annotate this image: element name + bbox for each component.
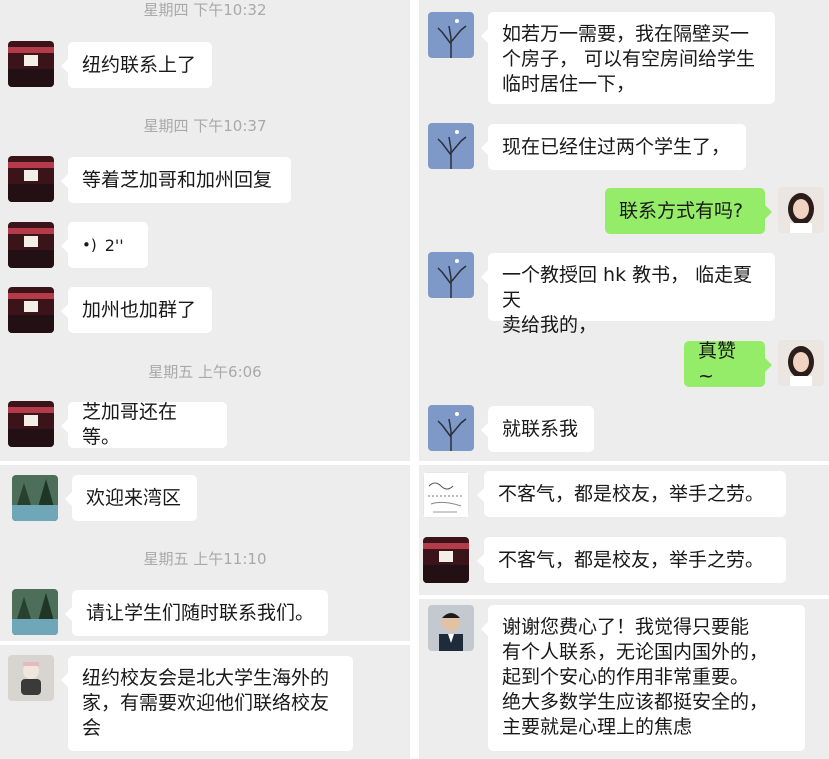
timestamp: 星期四 下午10:37 [143,117,267,135]
avatar[interactable] [428,605,474,651]
message-bubble[interactable]: 纽约校友会是北大学生海外的 家，有需要欢迎他们联络校友 会 [61,656,353,751]
timestamp: 星期五 上午6:06 [148,363,262,381]
message-bubble[interactable]: 一个教授回 hk 教书， 临走夏天 卖给我的， [481,253,775,336]
message-bubble[interactable]: 不客气，都是校友，举手之劳。 [477,537,786,583]
avatar[interactable] [428,405,474,451]
chat-panel-housing: 如若万一需要，我在隔壁买一 个房子， 可以有空房间给学生 临时居住一下， 现在已… [419,0,829,461]
message-bubble[interactable]: 等着芝加哥和加州回复 [61,157,291,203]
message-bubble[interactable]: 欢迎来湾区 [65,475,197,521]
avatar[interactable] [428,12,474,58]
avatar[interactable] [8,655,54,701]
avatar-self[interactable] [778,340,824,386]
avatar[interactable] [428,123,474,169]
message-bubble[interactable]: 谢谢您费心了！我觉得只要能 有个人联系，无论国内国外的， 起到个安心的作用非常重… [481,605,805,751]
timestamp: 星期五 上午11:10 [143,550,267,568]
avatar[interactable] [8,41,54,87]
avatar[interactable] [8,156,54,202]
message-bubble[interactable]: 如若万一需要，我在隔壁买一 个房子， 可以有空房间给学生 临时居住一下， [481,12,775,104]
avatar[interactable] [8,222,54,268]
chat-panel-bay-area: 欢迎来湾区 星期五 上午11:10 请让学生们随时联系我们。 [0,465,410,641]
message-bubble[interactable]: 芝加哥还在等。 [61,401,227,448]
avatar[interactable] [12,589,58,635]
avatar[interactable] [428,252,474,298]
message-bubble[interactable]: 加州也加群了 [61,287,212,333]
message-bubble-outgoing[interactable]: 真赞~ [684,340,772,387]
voice-message-bubble[interactable]: •) 2'' [61,222,148,268]
message-bubble[interactable]: 现在已经住过两个学生了， [481,124,746,170]
chat-panel-new-york: 星期四 下午10:32 纽约联系上了 星期四 下午10:37 等着芝加哥和加州回… [0,0,410,461]
voice-duration: 2'' [104,235,124,255]
message-bubble[interactable]: 不客气，都是校友，举手之劳。 [477,471,786,517]
avatar[interactable] [8,287,54,333]
message-bubble-outgoing[interactable]: 联系方式有吗? [605,188,772,234]
avatar[interactable] [423,537,469,583]
avatar[interactable] [423,472,469,518]
avatar[interactable] [12,475,58,521]
chat-panel-alumni-replies: 不客气，都是校友，举手之劳。 不客气，都是校友，举手之劳。 [419,465,829,595]
avatar-self[interactable] [778,187,824,233]
voice-wave-icon: •) [82,235,97,254]
chat-panel-thanks: 谢谢您费心了！我觉得只要能 有个人联系，无论国内国外的， 起到个安心的作用非常重… [419,599,829,759]
chat-panel-ny-alumni: 纽约校友会是北大学生海外的 家，有需要欢迎他们联络校友 会 [0,645,410,759]
avatar[interactable] [8,401,54,447]
message-bubble[interactable]: 就联系我 [481,406,594,452]
message-bubble[interactable]: 纽约联系上了 [61,42,212,88]
timestamp: 星期四 下午10:32 [143,1,267,19]
message-bubble[interactable]: 请让学生们随时联系我们。 [65,590,328,636]
